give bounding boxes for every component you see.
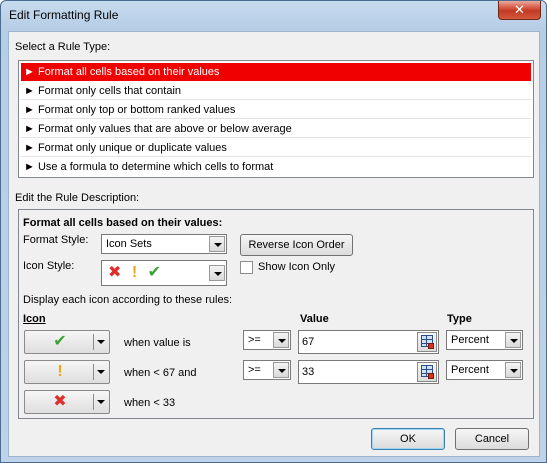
rule-3-condition: when < 33 (124, 397, 176, 409)
range-pin-icon (428, 343, 434, 349)
rule-2-condition: when < 67 and (124, 367, 197, 379)
rule-type-item-cells-contain[interactable]: ► Format only cells that contain (21, 82, 531, 100)
rule-2-type-select[interactable]: Percent (446, 360, 523, 380)
rule-2-operator-select[interactable]: >= (243, 360, 291, 380)
rule-type-item-label: ► Format only cells that contain (24, 85, 182, 97)
chevron-down-icon[interactable] (209, 236, 225, 252)
format-style-label: Format Style: (23, 234, 89, 246)
rule-1-operator-value: >= (248, 334, 261, 346)
dialog-body: Select a Rule Type: ► Format all cells b… (8, 31, 540, 457)
rule-type-item-formula[interactable]: ► Use a formula to determine which cells… (21, 158, 531, 176)
exclamation-icon: ! (131, 264, 138, 281)
range-pin-icon (428, 373, 434, 379)
chevron-down-icon[interactable] (273, 332, 289, 348)
cancel-button[interactable]: Cancel (455, 428, 529, 450)
check-icon: ✔ (53, 333, 67, 350)
rule-type-item-label: ► Format only unique or duplicate values (24, 142, 227, 154)
rule-type-item-all-cells[interactable]: ► Format all cells based on their values (21, 63, 531, 81)
ok-button[interactable]: OK (371, 428, 445, 450)
rule-description-label: Edit the Rule Description: (15, 192, 140, 204)
chevron-down-icon[interactable] (273, 362, 289, 378)
rule-1-icon-select[interactable]: ✔ (24, 330, 110, 354)
rule-3-icon-select[interactable]: ✖ (24, 390, 110, 414)
title-bar[interactable]: Edit Formatting Rule ✕ (1, 1, 546, 29)
icon-column-header: Icon (23, 313, 46, 325)
format-style-value: Icon Sets (106, 238, 152, 250)
rule-2-value-input[interactable]: 33 (298, 360, 439, 384)
icon-style-label: Icon Style: (23, 260, 75, 272)
x-icon: ✖ (53, 393, 67, 410)
rule-type-item-label: ► Format only top or bottom ranked value… (24, 104, 236, 116)
collapse-dialog-button[interactable] (417, 332, 437, 352)
rule-type-item-label: ► Format all cells based on their values (24, 66, 220, 78)
check-icon: ✔ (147, 264, 162, 281)
separator (93, 364, 94, 380)
rule-1-operator-select[interactable]: >= (243, 330, 291, 350)
value-column-header: Value (300, 313, 329, 325)
separator (93, 394, 94, 410)
rule-1-condition: when value is (124, 337, 191, 349)
rule-type-item-unique-duplicate[interactable]: ► Format only unique or duplicate values (21, 139, 531, 157)
format-style-select[interactable]: Icon Sets (101, 234, 227, 254)
icon-style-select[interactable]: ✖ ! ✔ (101, 260, 227, 286)
type-column-header: Type (447, 313, 472, 325)
icon-style-preview: ✖ ! ✔ (108, 261, 161, 285)
chevron-down-icon (97, 400, 105, 404)
x-icon: ✖ (108, 264, 122, 281)
dialog-title: Edit Formatting Rule (9, 8, 119, 22)
chevron-down-icon (97, 370, 105, 374)
chevron-down-icon[interactable] (209, 265, 225, 281)
rule-1-value: 67 (302, 336, 315, 348)
close-button[interactable]: ✕ (498, 1, 541, 20)
collapse-dialog-button[interactable] (417, 362, 437, 382)
chevron-down-icon[interactable] (505, 332, 521, 348)
chevron-down-icon (97, 340, 105, 344)
reverse-icon-order-button[interactable]: Reverse Icon Order (240, 234, 353, 256)
close-icon: ✕ (514, 2, 525, 17)
rule-1-type-select[interactable]: Percent (446, 330, 523, 350)
rule-type-item-label: ► Format only values that are above or b… (24, 123, 292, 135)
edit-formatting-rule-dialog: Edit Formatting Rule ✕ Select a Rule Typ… (0, 0, 547, 463)
display-rules-label: Display each icon according to these rul… (23, 294, 233, 306)
show-icon-only-label: Show Icon Only (258, 261, 336, 273)
rule-1-type-value: Percent (451, 334, 489, 346)
rule-type-label: Select a Rule Type: (15, 41, 111, 53)
chevron-down-icon[interactable] (505, 362, 521, 378)
exclamation-icon: ! (57, 363, 63, 380)
description-heading: Format all cells based on their values: (23, 217, 223, 229)
separator (93, 334, 94, 350)
rule-2-value: 33 (302, 366, 315, 378)
rule-type-list[interactable]: ► Format all cells based on their values… (18, 60, 534, 178)
rule-type-item-top-bottom[interactable]: ► Format only top or bottom ranked value… (21, 101, 531, 119)
rule-type-item-above-below-average[interactable]: ► Format only values that are above or b… (21, 120, 531, 138)
rule-1-value-input[interactable]: 67 (298, 330, 439, 354)
rule-2-operator-value: >= (248, 364, 261, 376)
rule-2-type-value: Percent (451, 364, 489, 376)
rule-2-icon-select[interactable]: ! (24, 360, 110, 384)
show-icon-only-checkbox[interactable] (240, 261, 253, 274)
rule-description-panel: Format all cells based on their values: … (18, 209, 534, 419)
rule-type-item-label: ► Use a formula to determine which cells… (24, 161, 274, 173)
